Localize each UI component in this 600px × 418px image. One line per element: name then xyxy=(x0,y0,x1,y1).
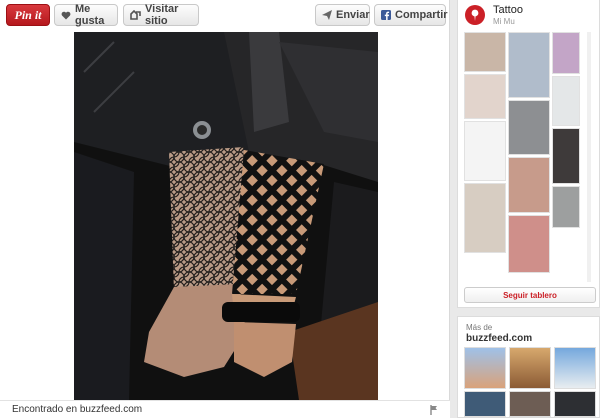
more-from-source[interactable]: buzzfeed.com xyxy=(466,333,532,344)
follow-board-button[interactable]: Seguir tablero xyxy=(464,287,596,303)
pin-closeup: Pin it Me gusta Visitar sitio Enviar Com… xyxy=(0,0,450,418)
board-thumbnail[interactable] xyxy=(552,76,580,126)
board-thumbnail[interactable] xyxy=(508,100,550,155)
send-button[interactable]: Enviar xyxy=(315,4,370,26)
board-thumbnail[interactable] xyxy=(508,215,550,273)
more-from-panel: Más de buzzfeed.com xyxy=(457,316,600,418)
send-label: Enviar xyxy=(336,9,370,21)
board-thumbnails xyxy=(464,32,594,284)
flag-icon[interactable] xyxy=(430,405,438,415)
like-label: Me gusta xyxy=(75,3,105,27)
board-thumbnail[interactable] xyxy=(464,74,506,119)
more-from-label: Más de xyxy=(466,323,493,332)
related-thumbnail[interactable] xyxy=(464,347,506,389)
related-thumbnail[interactable] xyxy=(509,347,551,389)
board-scrollbar[interactable] xyxy=(587,32,591,282)
visit-site-label: Visitar sitio xyxy=(145,3,179,27)
board-thumbnail[interactable] xyxy=(464,32,506,72)
board-thumbnail[interactable] xyxy=(552,32,580,74)
board-thumbnail[interactable] xyxy=(552,128,580,184)
tattoo-photo xyxy=(74,32,378,400)
related-thumbnail[interactable] xyxy=(464,391,506,417)
pin-it-label: Pin it xyxy=(14,7,42,22)
pin-icon xyxy=(465,5,485,25)
found-on-link[interactable]: Encontrado en buzzfeed.com xyxy=(12,404,142,415)
visit-site-icon xyxy=(130,10,141,20)
related-thumbnail[interactable] xyxy=(554,391,596,417)
board-thumbnail[interactable] xyxy=(508,157,550,213)
related-thumbnail[interactable] xyxy=(554,347,596,389)
related-thumbnail[interactable] xyxy=(509,391,551,417)
like-button[interactable]: Me gusta xyxy=(54,3,118,27)
board-thumbnail[interactable] xyxy=(464,183,506,253)
heart-icon xyxy=(61,11,71,19)
share-button[interactable]: Compartir xyxy=(374,4,448,26)
board-thumbnail[interactable] xyxy=(464,121,506,181)
board-owner[interactable]: Mi Mu xyxy=(493,17,515,26)
share-label: Compartir xyxy=(395,9,448,21)
visit-site-button[interactable]: Visitar sitio xyxy=(123,3,199,27)
send-icon xyxy=(322,10,332,20)
pin-toolbar: Pin it Me gusta Visitar sitio Enviar Com… xyxy=(0,0,450,32)
board-panel: Tattoo Mi Mu xyxy=(457,0,600,308)
pin-it-button[interactable]: Pin it xyxy=(6,4,50,26)
pin-image[interactable] xyxy=(74,32,378,400)
board-thumbnail[interactable] xyxy=(508,32,550,98)
board-title[interactable]: Tattoo xyxy=(493,4,523,16)
facebook-icon xyxy=(381,10,391,20)
board-thumbnail[interactable] xyxy=(552,186,580,228)
pin-source-bar: Encontrado en buzzfeed.com xyxy=(0,400,450,418)
